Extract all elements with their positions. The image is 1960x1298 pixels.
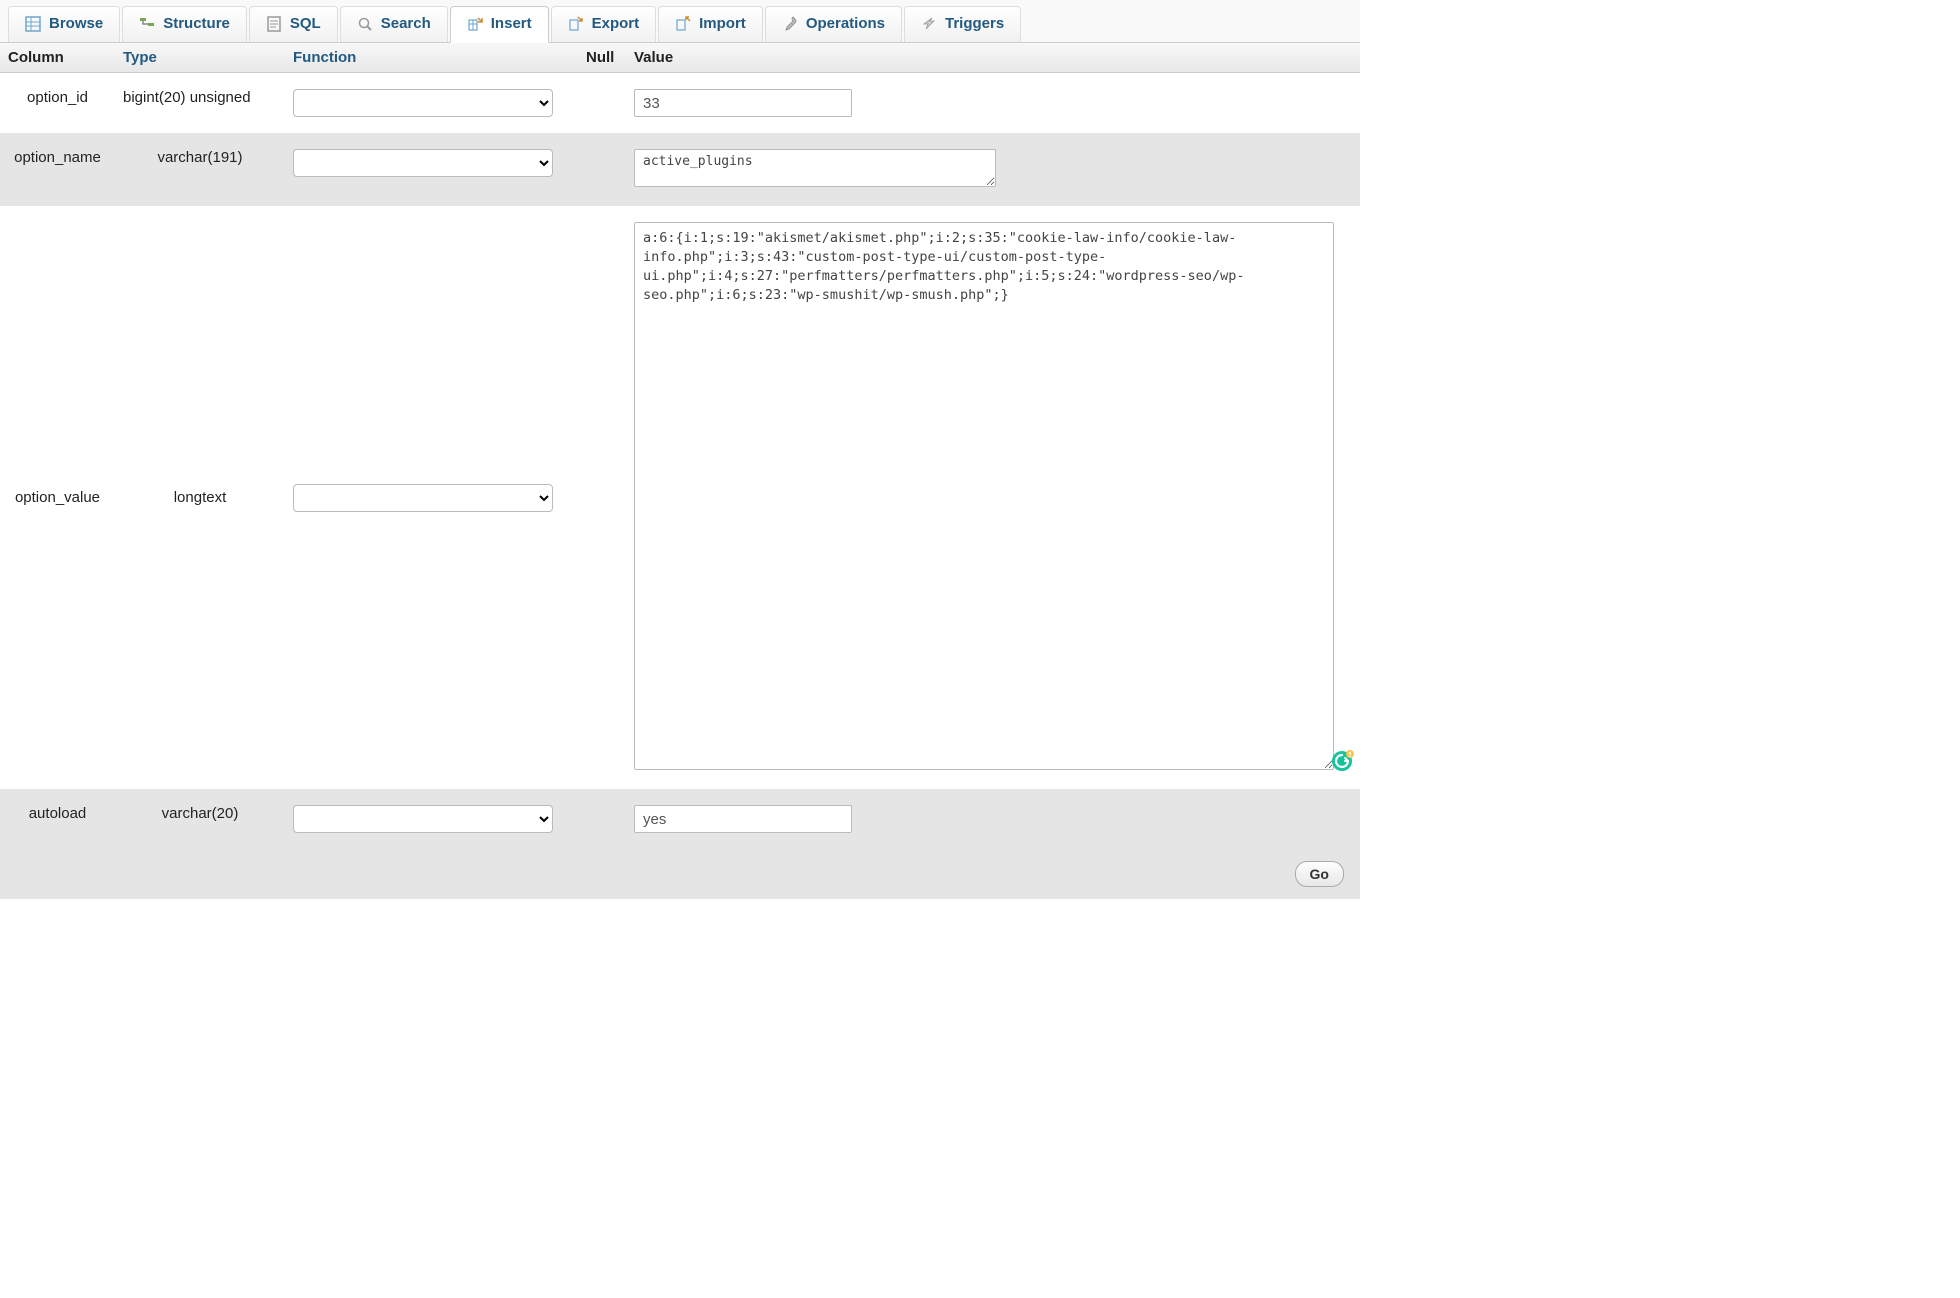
row-option-id: option_id bigint(20) unsigned [0,73,1360,133]
footer-bar: Go [0,849,1360,899]
header-function[interactable]: Function [285,43,578,72]
export-icon [568,16,584,32]
column-name: option_name [0,143,115,172]
import-icon [675,16,691,32]
column-type: bigint(20) unsigned [115,83,285,112]
header-null: Null [578,43,626,72]
search-icon [357,16,373,32]
tab-browse[interactable]: Browse [8,6,120,42]
column-type: longtext [115,483,285,512]
tab-label: Triggers [945,15,1004,32]
go-button[interactable]: Go [1295,861,1344,887]
tab-export[interactable]: Export [551,6,657,42]
tab-import[interactable]: Import [658,6,763,42]
tab-search[interactable]: Search [340,6,448,42]
tab-label: Operations [806,15,885,32]
tab-label: Structure [163,15,230,32]
value-input-option-value[interactable] [634,222,1334,770]
function-select-autoload[interactable] [293,805,553,833]
tab-sql[interactable]: SQL [249,6,338,42]
function-select-option-value[interactable] [293,484,553,512]
grammarly-badge-icon [1330,749,1354,773]
value-input-option-id[interactable] [634,89,852,117]
function-select-option-id[interactable] [293,89,553,117]
tabs-bar: Browse Structure SQL Search Insert Expor… [0,0,1360,43]
triggers-icon [921,16,937,32]
tab-structure[interactable]: Structure [122,6,247,42]
column-name: option_value [0,483,115,512]
insert-icon [467,16,483,32]
tab-triggers[interactable]: Triggers [904,6,1021,42]
tab-label: Import [699,15,746,32]
column-type: varchar(191) [115,143,285,172]
tab-label: Browse [49,15,103,32]
operations-icon [782,16,798,32]
tab-operations[interactable]: Operations [765,6,902,42]
tab-insert[interactable]: Insert [450,6,549,43]
row-option-value: option_value longtext [0,206,1360,789]
row-option-name: option_name varchar(191) [0,133,1360,206]
tab-label: Insert [491,15,532,32]
header-column: Column [0,43,115,72]
value-input-option-name[interactable] [634,149,996,187]
value-input-autoload[interactable] [634,805,852,833]
header-value: Value [626,43,1360,72]
tab-label: Export [592,15,640,32]
tab-label: SQL [290,15,321,32]
tab-label: Search [381,15,431,32]
browse-icon [25,16,41,32]
sql-icon [266,16,282,32]
column-name: option_id [0,83,115,112]
structure-icon [139,16,155,32]
header-type[interactable]: Type [115,43,285,72]
table-header: Column Type Function Null Value [0,43,1360,73]
column-type: varchar(20) [115,799,285,828]
function-select-option-name[interactable] [293,149,553,177]
row-autoload: autoload varchar(20) [0,789,1360,849]
column-name: autoload [0,799,115,828]
